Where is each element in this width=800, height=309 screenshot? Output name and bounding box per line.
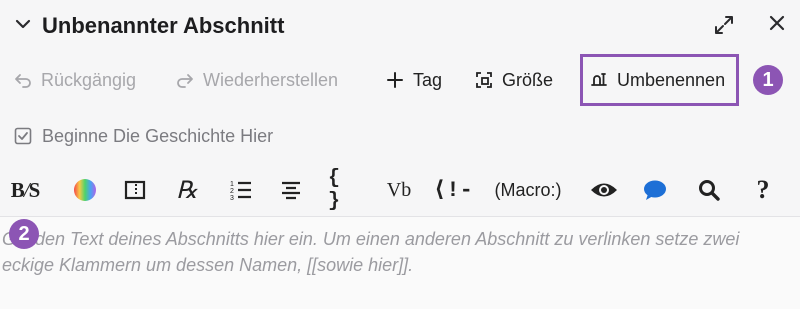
start-story-checkbox[interactable]: Beginne Die Geschichte Hier (14, 124, 273, 148)
help-icon[interactable]: ? (748, 172, 778, 208)
format-toolbar: B/S ℞ 1 2 3 {} Vb ⟨!- (Macro:) ? (0, 167, 800, 213)
undo-label: Rückgängig (41, 69, 137, 90)
vb-icon[interactable]: Vb (382, 172, 416, 208)
rename-label: Umbenennen (617, 69, 726, 90)
size-button[interactable]: Größe (474, 64, 553, 96)
comment-icon[interactable]: ⟨!- (433, 172, 473, 208)
annotation-badge-1: 1 (753, 65, 783, 95)
size-icon (476, 72, 492, 88)
maximize-icon[interactable] (713, 14, 735, 36)
plus-icon (387, 72, 403, 88)
start-story-label: Beginne Die Geschichte Hier (42, 125, 274, 146)
svg-text:3: 3 (230, 195, 234, 201)
dialog-header: Unbenannter Abschnitt (0, 0, 800, 52)
whitespace-icon[interactable]: ℞ (170, 172, 204, 208)
list-icon[interactable]: 1 2 3 (226, 172, 256, 208)
checkbox-checked-icon (14, 127, 32, 145)
macro-button[interactable]: (Macro:) (488, 172, 568, 208)
tag-label: Tag (413, 69, 443, 90)
bold-strike-icon[interactable]: B/S (8, 172, 42, 208)
preview-icon[interactable] (588, 172, 620, 208)
passage-editor-panel: Unbenannter Abschnitt Rückgängig Wiederh… (0, 0, 800, 309)
align-icon[interactable] (276, 172, 306, 208)
svg-text:2: 2 (230, 188, 234, 195)
undo-icon (15, 74, 31, 88)
color-icon[interactable] (70, 172, 100, 208)
size-label: Größe (502, 69, 554, 90)
redo-button[interactable]: Wiederherstellen (175, 64, 338, 96)
search-icon[interactable] (694, 172, 724, 208)
page-title: Unbenannter Abschnitt (42, 13, 285, 38)
close-icon[interactable] (768, 14, 786, 32)
chat-icon[interactable] (640, 172, 670, 208)
rename-button[interactable]: Umbenennen (589, 64, 725, 96)
svg-text:1: 1 (230, 181, 234, 188)
redo-icon (177, 74, 193, 88)
editor-placeholder: Gib den Text deines Abschnitts hier ein.… (2, 229, 740, 275)
rename-icon (591, 73, 607, 86)
tag-button[interactable]: Tag (385, 64, 442, 96)
chevron-down-icon[interactable] (14, 15, 32, 33)
undo-button[interactable]: Rückgängig (13, 64, 136, 96)
border-icon[interactable] (120, 172, 150, 208)
braces-icon[interactable]: { } (328, 167, 358, 213)
annotation-badge-2: 2 (9, 219, 39, 249)
macro-label: (Macro:) (494, 179, 562, 200)
redo-label: Wiederherstellen (203, 69, 339, 90)
